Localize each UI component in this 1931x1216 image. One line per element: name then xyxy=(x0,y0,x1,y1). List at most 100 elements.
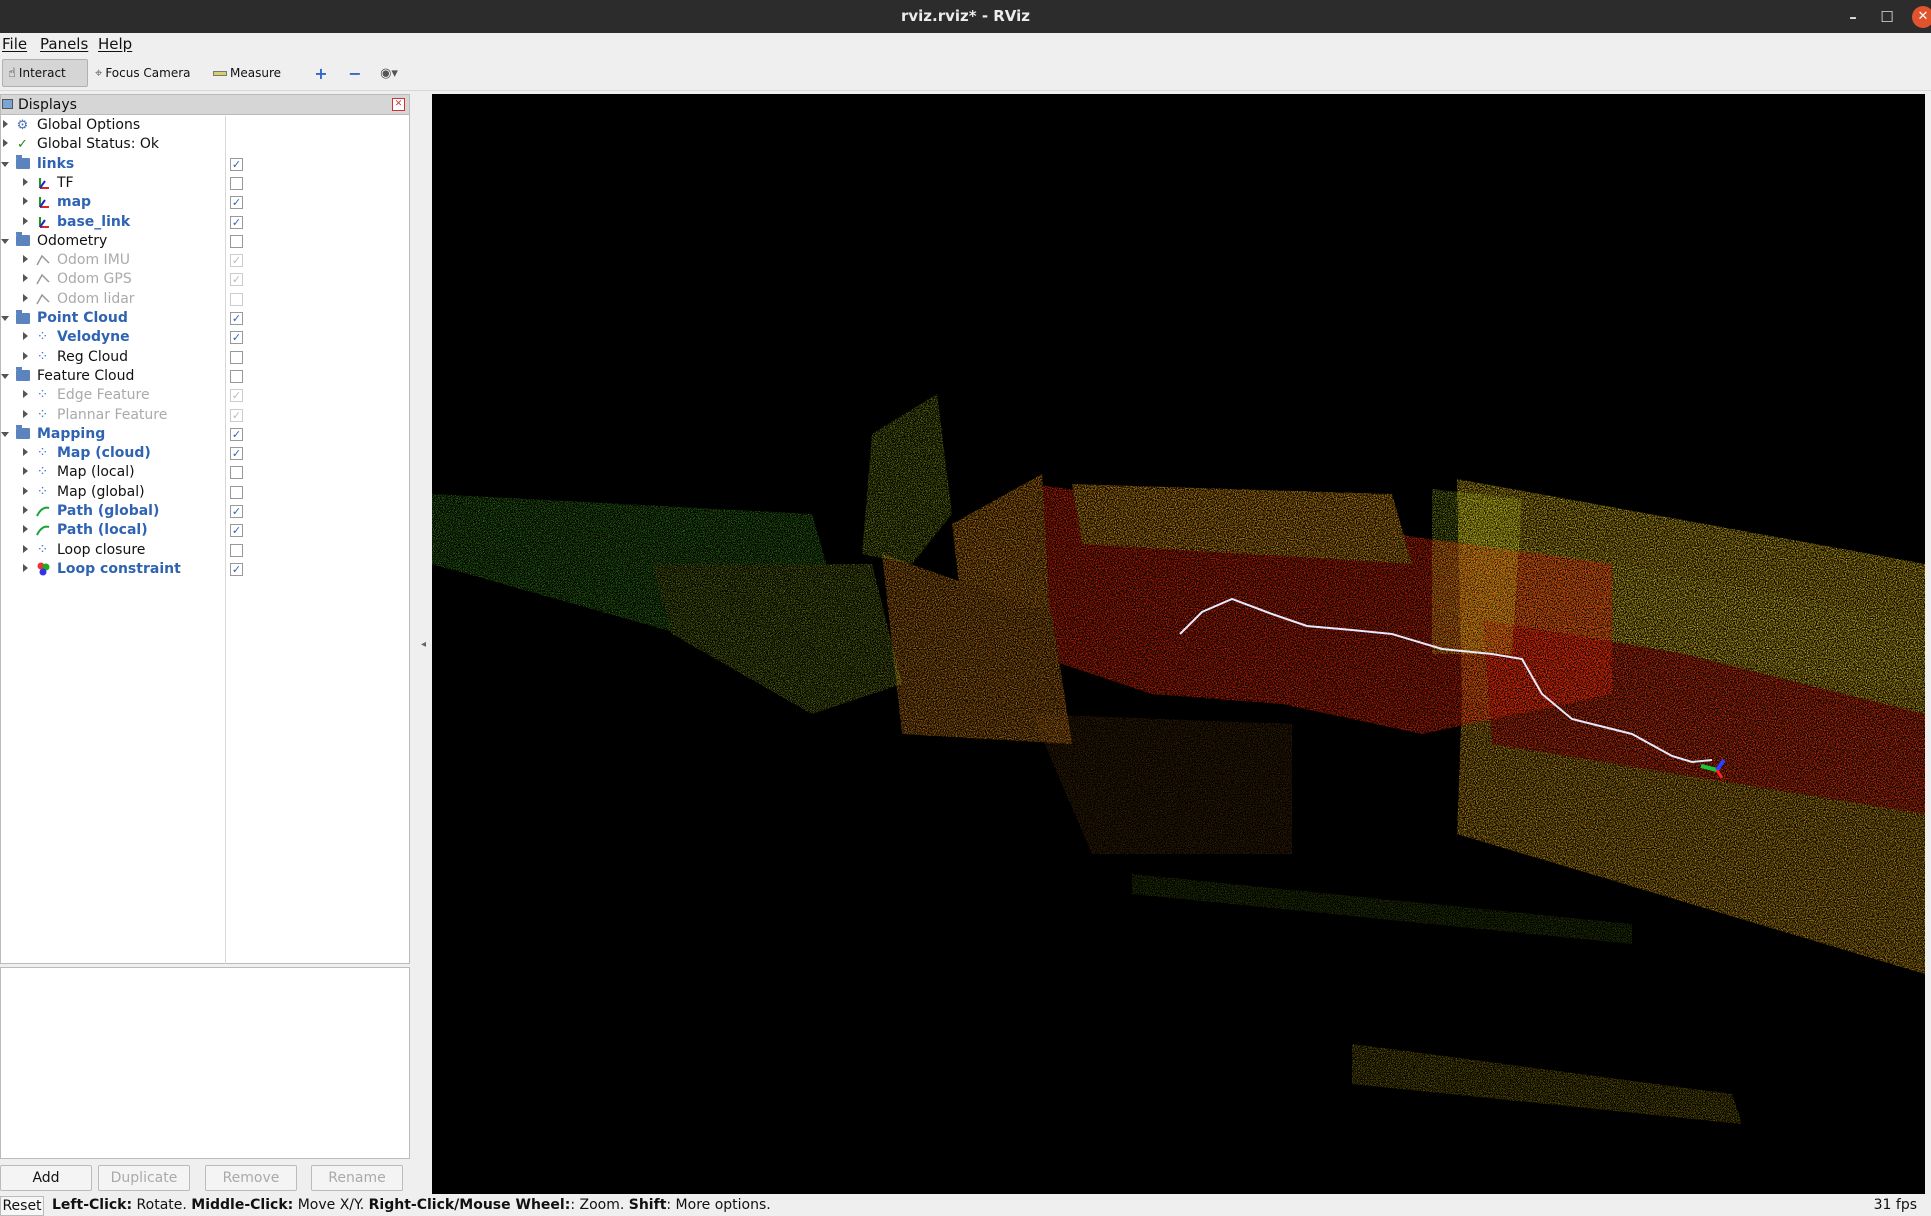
display-item-edge-feature[interactable]: ⁘ Edge Feature ✓ xyxy=(1,386,409,405)
display-item-reg-cloud[interactable]: ⁘ Reg Cloud xyxy=(1,348,409,367)
display-item-odom-imu[interactable]: Odom IMU ✓ xyxy=(1,251,409,270)
display-item-tf[interactable]: TF xyxy=(1,174,409,193)
display-item-links[interactable]: links ✓ xyxy=(1,155,409,174)
enable-checkbox[interactable]: ✓ xyxy=(230,447,243,461)
enable-checkbox[interactable] xyxy=(230,234,243,248)
expand-right-arrow-icon[interactable] xyxy=(23,274,28,283)
enable-checkbox[interactable]: ✓ xyxy=(230,505,243,518)
expand-down-arrow-icon[interactable] xyxy=(1,238,9,244)
enable-checkbox[interactable]: ✓ xyxy=(230,389,243,403)
minimize-button[interactable]: – xyxy=(1836,0,1870,33)
display-item-global-status-ok[interactable]: ✓ Global Status: Ok xyxy=(1,135,409,154)
view-options-button[interactable]: ◉▾ xyxy=(375,59,403,87)
display-item-odom-gps[interactable]: Odom GPS ✓ xyxy=(1,270,409,289)
display-item-map[interactable]: map ✓ xyxy=(1,193,409,212)
collapse-arrow-icon[interactable]: ◂ xyxy=(421,639,426,650)
enable-checkbox[interactable]: ✓ xyxy=(230,312,243,325)
panel-splitter[interactable]: ◂ xyxy=(410,94,432,1194)
enable-checkbox[interactable]: ✓ xyxy=(230,215,243,229)
expand-right-arrow-icon[interactable] xyxy=(23,255,28,264)
pointcloud-icon: ⁘ xyxy=(36,483,49,500)
display-item-odom-lidar[interactable]: Odom lidar xyxy=(1,290,409,309)
display-item-map-local[interactable]: ⁘ Map (local) xyxy=(1,463,409,482)
add-button[interactable]: Add xyxy=(0,1165,92,1191)
enable-checkbox[interactable]: ✓ xyxy=(230,157,243,171)
status-bar: Reset Left-Click: Rotate. Middle-Click: … xyxy=(0,1196,1931,1216)
3d-viewport[interactable] xyxy=(432,94,1925,1194)
display-item-path-global[interactable]: Path (global) ✓ xyxy=(1,502,409,521)
expand-right-arrow-icon[interactable] xyxy=(23,409,28,418)
expand-right-arrow-icon[interactable] xyxy=(23,216,28,225)
expand-right-arrow-icon[interactable] xyxy=(23,293,28,302)
displays-panel: Displays ✕ ⚙ Global Options ✓ Global Status… xyxy=(0,94,410,964)
rename-button[interactable]: Rename xyxy=(311,1165,403,1191)
display-item-global-options[interactable]: ⚙ Global Options xyxy=(1,116,409,135)
expand-right-arrow-icon[interactable] xyxy=(23,506,28,514)
enable-checkbox[interactable]: ✓ xyxy=(230,254,243,268)
menu-panels[interactable]: Panels xyxy=(40,35,88,53)
display-item-loop-constraint[interactable]: Loop constraint ✓ xyxy=(1,560,409,579)
expand-right-arrow-icon[interactable] xyxy=(23,448,28,457)
remove-tool-button[interactable]: − xyxy=(341,59,369,87)
display-item-odometry[interactable]: Odometry xyxy=(1,232,409,251)
display-item-plannar-feature[interactable]: ⁘ Plannar Feature ✓ xyxy=(1,406,409,425)
expand-right-arrow-icon[interactable] xyxy=(23,467,28,476)
enable-checkbox[interactable] xyxy=(230,543,243,557)
enable-checkbox[interactable]: ✓ xyxy=(230,196,243,210)
expand-right-arrow-icon[interactable] xyxy=(23,332,28,341)
expand-down-arrow-icon[interactable] xyxy=(1,431,9,437)
display-item-label: Velodyne xyxy=(57,329,130,346)
display-item-map-global[interactable]: ⁘ Map (global) xyxy=(1,483,409,502)
expand-right-arrow-icon[interactable] xyxy=(23,177,28,186)
display-item-label: base_link xyxy=(57,213,131,230)
reset-button[interactable]: Reset xyxy=(0,1196,44,1216)
enable-checkbox[interactable]: ✓ xyxy=(230,562,243,576)
close-window-button[interactable]: ✕ xyxy=(1906,0,1931,33)
enable-checkbox[interactable]: ✓ xyxy=(230,408,243,422)
ruler-icon xyxy=(213,70,227,76)
expand-right-arrow-icon[interactable] xyxy=(23,486,28,495)
display-item-base-link[interactable]: base_link ✓ xyxy=(1,213,409,232)
display-item-map-cloud[interactable]: ⁘ Map (cloud) ✓ xyxy=(1,444,409,463)
measure-tool-button[interactable]: Measure xyxy=(208,59,286,87)
enable-checkbox[interactable] xyxy=(230,485,243,499)
maximize-button[interactable]: ☐ xyxy=(1870,0,1904,33)
path-icon xyxy=(35,523,50,537)
enable-checkbox[interactable]: ✓ xyxy=(230,273,243,287)
enable-checkbox[interactable] xyxy=(230,350,243,364)
display-item-point-cloud[interactable]: Point Cloud ✓ xyxy=(1,309,409,328)
expand-down-arrow-icon[interactable] xyxy=(1,316,9,321)
expand-right-arrow-icon[interactable] xyxy=(23,563,28,572)
duplicate-button[interactable]: Duplicate xyxy=(98,1165,190,1191)
display-item-label: Map (local) xyxy=(57,464,135,481)
expand-right-arrow-icon[interactable] xyxy=(23,351,28,360)
expand-right-arrow-icon[interactable] xyxy=(23,544,28,553)
menu-help[interactable]: Help xyxy=(98,35,132,53)
display-item-mapping[interactable]: Mapping ✓ xyxy=(1,425,409,444)
enable-checkbox[interactable]: ✓ xyxy=(230,524,243,538)
add-tool-button[interactable]: + xyxy=(307,59,335,87)
enable-checkbox[interactable]: ✓ xyxy=(230,427,243,441)
expand-right-arrow-icon[interactable] xyxy=(23,390,28,399)
enable-checkbox[interactable]: ✓ xyxy=(230,331,243,345)
enable-checkbox[interactable] xyxy=(230,369,243,383)
interact-tool-button[interactable]: ☝ Interact xyxy=(2,59,88,87)
expand-down-arrow-icon[interactable] xyxy=(1,161,9,167)
expand-right-arrow-icon[interactable] xyxy=(3,139,8,148)
menu-file[interactable]: File xyxy=(2,35,27,53)
remove-button[interactable]: Remove xyxy=(205,1165,297,1191)
expand-right-arrow-icon[interactable] xyxy=(23,197,28,206)
display-item-velodyne[interactable]: ⁘ Velodyne ✓ xyxy=(1,328,409,347)
display-item-feature-cloud[interactable]: Feature Cloud xyxy=(1,367,409,386)
expand-down-arrow-icon[interactable] xyxy=(1,373,9,379)
display-item-path-local[interactable]: Path (local) ✓ xyxy=(1,521,409,540)
enable-checkbox[interactable] xyxy=(230,466,243,480)
folder-icon xyxy=(15,367,30,383)
enable-checkbox[interactable] xyxy=(230,176,243,190)
display-item-loop-closure[interactable]: ⁘ Loop closure xyxy=(1,541,409,560)
expand-right-arrow-icon[interactable] xyxy=(3,120,8,128)
expand-right-arrow-icon[interactable] xyxy=(23,525,28,534)
enable-checkbox[interactable] xyxy=(230,292,243,306)
close-panel-button[interactable]: ✕ xyxy=(392,98,405,111)
focus-camera-tool-button[interactable]: ⌖ Focus Camera xyxy=(90,59,196,87)
